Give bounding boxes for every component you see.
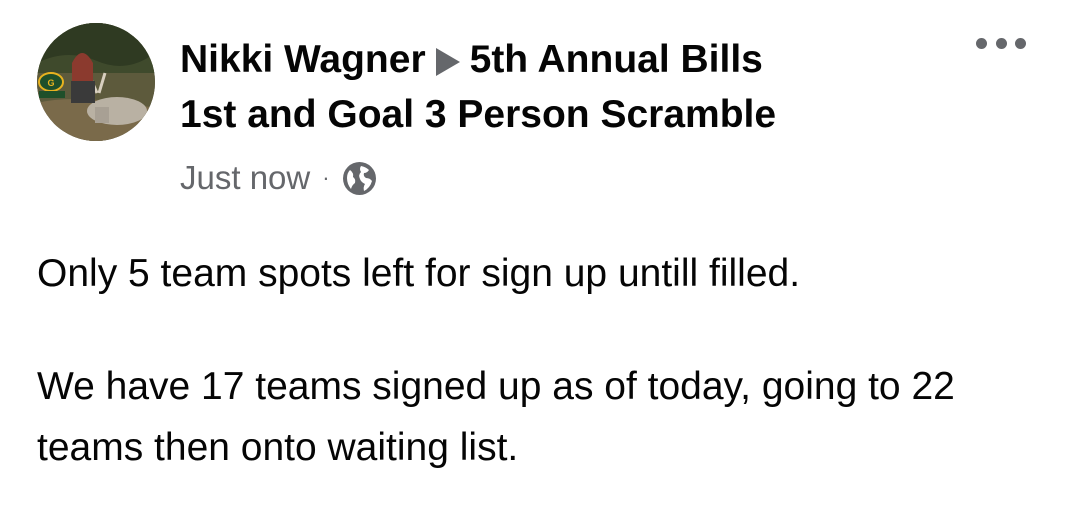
more-options-icon[interactable] bbox=[976, 28, 1026, 58]
group-name-part-1[interactable]: 5th Annual Bills bbox=[470, 38, 763, 81]
author-avatar[interactable]: G bbox=[37, 23, 155, 141]
post-paragraph: Only 5 team spots left for sign up until… bbox=[37, 252, 801, 295]
post-paragraph: We have 17 teams signed up as of today, … bbox=[37, 365, 955, 469]
post-title-line-1: Nikki Wagner 5th Annual Bills bbox=[180, 32, 940, 87]
more-dot bbox=[976, 37, 987, 49]
post-body: Only 5 team spots left for sign up until… bbox=[37, 243, 1047, 478]
globe-icon[interactable] bbox=[342, 161, 377, 196]
more-dot bbox=[1015, 37, 1026, 49]
feed-post: G Nikki Wagner 5th Annual Bills 1st and G… bbox=[0, 0, 1080, 525]
author-name[interactable]: Nikki Wagner bbox=[180, 38, 426, 81]
svg-text:G: G bbox=[47, 78, 54, 88]
post-header: Nikki Wagner 5th Annual Bills 1st and Goa… bbox=[180, 32, 940, 142]
post-title-line-2: 1st and Goal 3 Person Scramble bbox=[180, 87, 940, 142]
post-meta: Just now · bbox=[180, 156, 377, 200]
triangle-right-icon bbox=[435, 48, 460, 76]
meta-separator: · bbox=[322, 165, 330, 190]
more-dot bbox=[995, 37, 1007, 49]
avatar-photo: G bbox=[37, 23, 155, 141]
post-timestamp[interactable]: Just now bbox=[180, 159, 310, 197]
group-name-part-2[interactable]: 1st and Goal 3 Person Scramble bbox=[180, 93, 776, 136]
